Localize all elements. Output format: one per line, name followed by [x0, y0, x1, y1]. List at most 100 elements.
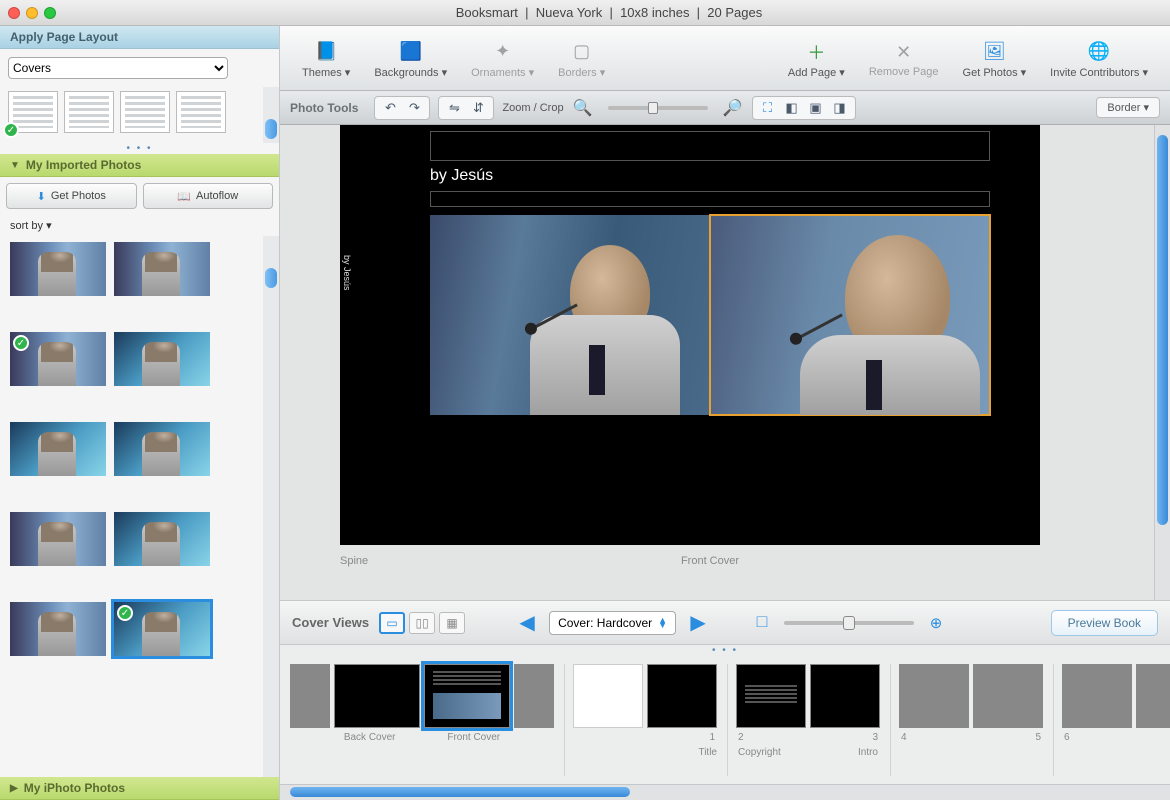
iphoto-photos-header[interactable]: ▶ My iPhoto Photos [0, 777, 279, 800]
get-photos-toolbar-button[interactable]: 🖼Get Photos ▾ [963, 38, 1027, 79]
photo-list: ✓ ✓ [0, 236, 279, 777]
main-toolbar: 📘Themes ▾ 🟦Backgrounds ▾ ✦Ornaments ▾ ▢B… [280, 26, 1170, 91]
filmstrip-zoom-slider[interactable] [784, 621, 914, 625]
add-page-button[interactable]: ＋Add Page ▾ [788, 38, 845, 79]
ornaments-icon: ✦ [489, 38, 517, 66]
remove-page-icon: ✕ [890, 38, 918, 66]
invite-contributors-button[interactable]: 🌐Invite Contributors ▾ [1050, 38, 1148, 79]
photo-scrollbar[interactable] [263, 236, 279, 777]
left-panel: Apply Page Layout Covers ✓ • • • ▼ My Im… [0, 26, 280, 800]
cover-photo-right-selected[interactable] [710, 215, 990, 415]
page-num: 1 [709, 732, 715, 743]
view-single-icon[interactable]: ▭ [379, 612, 405, 634]
drag-handle-icon[interactable]: • • • [0, 143, 279, 154]
layout-thumb[interactable] [120, 91, 170, 133]
page-num: 5 [1035, 732, 1041, 743]
filmstrip-zoom-out-icon[interactable]: 🞎 [750, 611, 774, 635]
photo-thumb[interactable] [10, 242, 106, 296]
minimize-window-icon[interactable] [26, 7, 38, 19]
filmstrip-scrollbar[interactable] [280, 784, 1170, 800]
photo-thumb[interactable]: ✓ [10, 332, 106, 386]
remove-page-button[interactable]: ✕Remove Page [869, 38, 939, 78]
view-spread-icon[interactable]: ▯▯ [409, 612, 435, 634]
page-thumb[interactable] [573, 664, 643, 728]
page-thumb-back-cover[interactable] [334, 664, 420, 728]
page-label: Title [573, 747, 717, 758]
ornaments-button[interactable]: ✦Ornaments ▾ [471, 38, 534, 79]
check-icon: ✓ [117, 605, 133, 621]
page-thumb[interactable] [810, 664, 880, 728]
preview-book-button[interactable]: Preview Book [1051, 610, 1158, 636]
layout-scrollbar[interactable] [263, 87, 279, 143]
page-num: 2 [738, 732, 744, 743]
invite-icon: 🌐 [1085, 38, 1113, 66]
get-photos-button[interactable]: ⬇Get Photos [6, 183, 137, 209]
canvas-area: by Jesús by Jesús Spine Front Cover [280, 125, 1170, 600]
align-right-icon[interactable]: ◨ [829, 99, 851, 117]
rotate-left-icon[interactable]: ↶ [379, 99, 401, 117]
photo-thumb[interactable] [10, 602, 106, 656]
photo-tools-label: Photo Tools [290, 101, 358, 115]
zoom-in-icon[interactable]: 🔎 [722, 99, 744, 117]
page-thumb[interactable] [736, 664, 806, 728]
layout-thumbnails: ✓ [0, 87, 279, 143]
page-thumb-front-cover[interactable] [424, 664, 510, 728]
title-placeholder[interactable] [430, 131, 990, 161]
imported-photos-header[interactable]: ▼ My Imported Photos [0, 154, 279, 177]
layout-dropdown[interactable]: Covers [8, 57, 228, 79]
layout-thumb[interactable] [176, 91, 226, 133]
canvas-scrollbar[interactable] [1154, 125, 1170, 600]
subtitle-placeholder[interactable] [430, 191, 990, 207]
page-thumb[interactable] [1136, 664, 1170, 728]
photo-thumb[interactable] [114, 512, 210, 566]
cover-views-toolbar: Cover Views ▭ ▯▯ ▦ ◀ Cover: Hardcover▲▼ … [280, 601, 1170, 645]
layout-thumb[interactable] [64, 91, 114, 133]
photo-thumb[interactable] [114, 332, 210, 386]
page-num: 6 [1064, 732, 1070, 743]
zoom-window-icon[interactable] [44, 7, 56, 19]
photo-thumb[interactable] [114, 242, 210, 296]
backgrounds-button[interactable]: 🟦Backgrounds ▾ [374, 38, 447, 79]
prev-page-icon[interactable]: ◀ [515, 611, 539, 635]
zoom-slider[interactable] [608, 106, 708, 110]
page-num: 4 [901, 732, 907, 743]
spine[interactable]: by Jesús [340, 125, 380, 545]
get-photos-icon: 🖼 [980, 38, 1008, 66]
filmstrip-zoom-in-icon[interactable]: ⊕ [924, 611, 948, 635]
photo-thumb[interactable] [114, 422, 210, 476]
view-grid-icon[interactable]: ▦ [439, 612, 465, 634]
close-window-icon[interactable] [8, 7, 20, 19]
page-thumb[interactable] [290, 664, 330, 728]
layout-select-row: Covers [0, 49, 279, 87]
photo-thumb-selected[interactable]: ✓ [114, 602, 210, 656]
align-left-icon[interactable]: ◧ [781, 99, 803, 117]
flip-horizontal-icon[interactable]: ⇋ [443, 99, 465, 117]
layout-thumb[interactable]: ✓ [8, 91, 58, 133]
front-cover[interactable]: by Jesús [380, 125, 1040, 545]
page-thumb[interactable] [647, 664, 717, 728]
fit-icon[interactable]: ⛶ [757, 99, 779, 117]
sort-by-dropdown[interactable]: sort by ▾ [0, 215, 279, 236]
page-thumb[interactable] [1062, 664, 1132, 728]
page-thumb[interactable] [973, 664, 1043, 728]
check-icon: ✓ [13, 335, 29, 351]
border-dropdown[interactable]: Border ▾ [1096, 97, 1160, 118]
borders-button[interactable]: ▢Borders ▾ [558, 38, 605, 79]
themes-button[interactable]: 📘Themes ▾ [302, 38, 350, 79]
flip-vertical-icon[interactable]: ⇵ [467, 99, 489, 117]
spine-label: Spine [340, 555, 380, 567]
photo-thumb[interactable] [10, 422, 106, 476]
page-thumb[interactable] [514, 664, 554, 728]
rotate-right-icon[interactable]: ↷ [403, 99, 425, 117]
zoom-out-icon[interactable]: 🔍 [572, 99, 594, 117]
photo-thumb[interactable] [10, 512, 106, 566]
apply-layout-header: Apply Page Layout [0, 26, 279, 49]
cover-photo-left[interactable] [430, 215, 710, 415]
cover-type-dropdown[interactable]: Cover: Hardcover▲▼ [549, 611, 676, 635]
byline-text[interactable]: by Jesús [430, 167, 990, 185]
drag-handle-icon[interactable]: • • • [280, 645, 1170, 656]
page-thumb[interactable] [899, 664, 969, 728]
next-page-icon[interactable]: ▶ [686, 611, 710, 635]
autoflow-button[interactable]: 📖Autoflow [143, 183, 274, 209]
align-center-icon[interactable]: ▣ [805, 99, 827, 117]
